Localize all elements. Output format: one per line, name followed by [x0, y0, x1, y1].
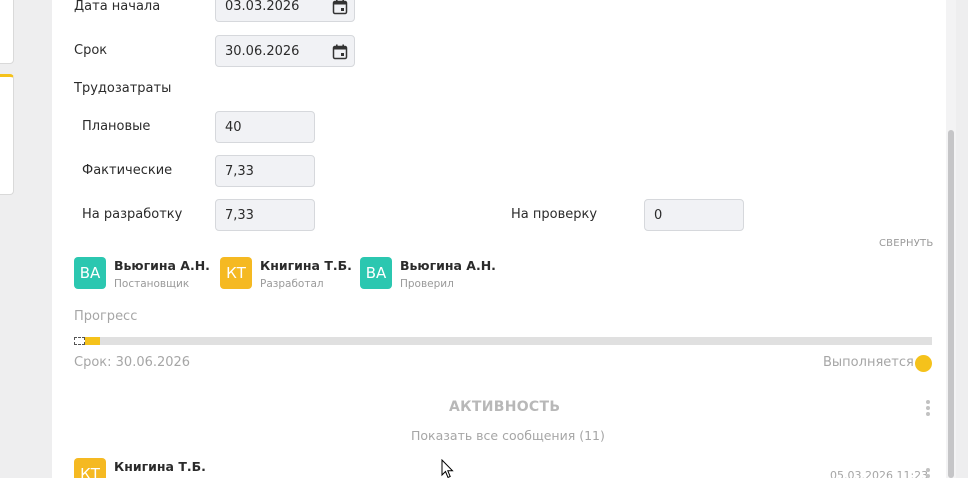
calendar-icon[interactable] — [332, 0, 348, 15]
message-avatar: КТ — [74, 458, 106, 478]
review-input[interactable]: 0 — [644, 199, 744, 231]
start-date-field[interactable]: 03.03.2026 — [215, 0, 355, 22]
actual-label: Фактические — [82, 163, 173, 178]
dev-label: На разработку — [82, 207, 183, 222]
person-role: Разработал — [260, 278, 324, 290]
status-text: Выполняется — [823, 355, 914, 370]
dev-input[interactable]: 7,33 — [215, 199, 315, 231]
calendar-icon[interactable] — [332, 44, 348, 60]
actual-input[interactable]: 7,33 — [215, 155, 315, 187]
deadline-value: 30.06.2026 — [225, 43, 300, 59]
kebab-menu-icon[interactable] — [925, 468, 931, 478]
mouse-pointer-icon — [441, 459, 454, 478]
start-date-label: Дата начала — [74, 0, 161, 14]
avatar: ВА — [74, 257, 106, 289]
show-all-messages-link[interactable]: Показать все сообщения (11) — [411, 428, 605, 443]
person-role: Постановщик — [114, 278, 190, 290]
progress-label: Прогресс — [74, 309, 138, 324]
planned-label: Плановые — [82, 119, 151, 134]
review-value: 0 — [654, 207, 663, 223]
actual-value: 7,33 — [225, 163, 254, 179]
person-name: Книгина Т.Б. — [260, 258, 352, 273]
side-card-top — [0, 0, 14, 64]
labor-label: Трудозатраты — [74, 81, 172, 96]
person-name: Вьюгина А.Н. — [114, 258, 210, 273]
deadline-text: Срок: 30.06.2026 — [74, 355, 191, 370]
progress-bar — [74, 337, 932, 345]
message-timestamp: 05.03.2026 11:23 — [830, 469, 929, 478]
kebab-menu-icon[interactable] — [925, 400, 931, 418]
planned-input[interactable]: 40 — [215, 111, 315, 143]
deadline-label: Срок — [74, 43, 108, 58]
person-name: Вьюгина А.Н. — [400, 258, 496, 273]
status-dot — [915, 355, 932, 372]
review-label: На проверку — [511, 207, 598, 222]
message-author: Книгина Т.Б. — [114, 459, 206, 474]
deadline-field[interactable]: 30.06.2026 — [215, 35, 355, 67]
start-date-value: 03.03.2026 — [225, 0, 300, 14]
person-role: Проверил — [400, 278, 454, 290]
avatar: КТ — [220, 257, 252, 289]
collapse-link[interactable]: СВЕРНУТЬ — [879, 238, 933, 249]
progress-marker[interactable] — [74, 337, 85, 345]
avatar: ВА — [360, 257, 392, 289]
planned-value: 40 — [225, 119, 242, 135]
side-card-active[interactable] — [0, 74, 14, 195]
dev-value: 7,33 — [225, 207, 254, 223]
scrollbar-thumb[interactable] — [948, 130, 954, 478]
activity-title: АКТИВНОСТЬ — [449, 399, 561, 415]
